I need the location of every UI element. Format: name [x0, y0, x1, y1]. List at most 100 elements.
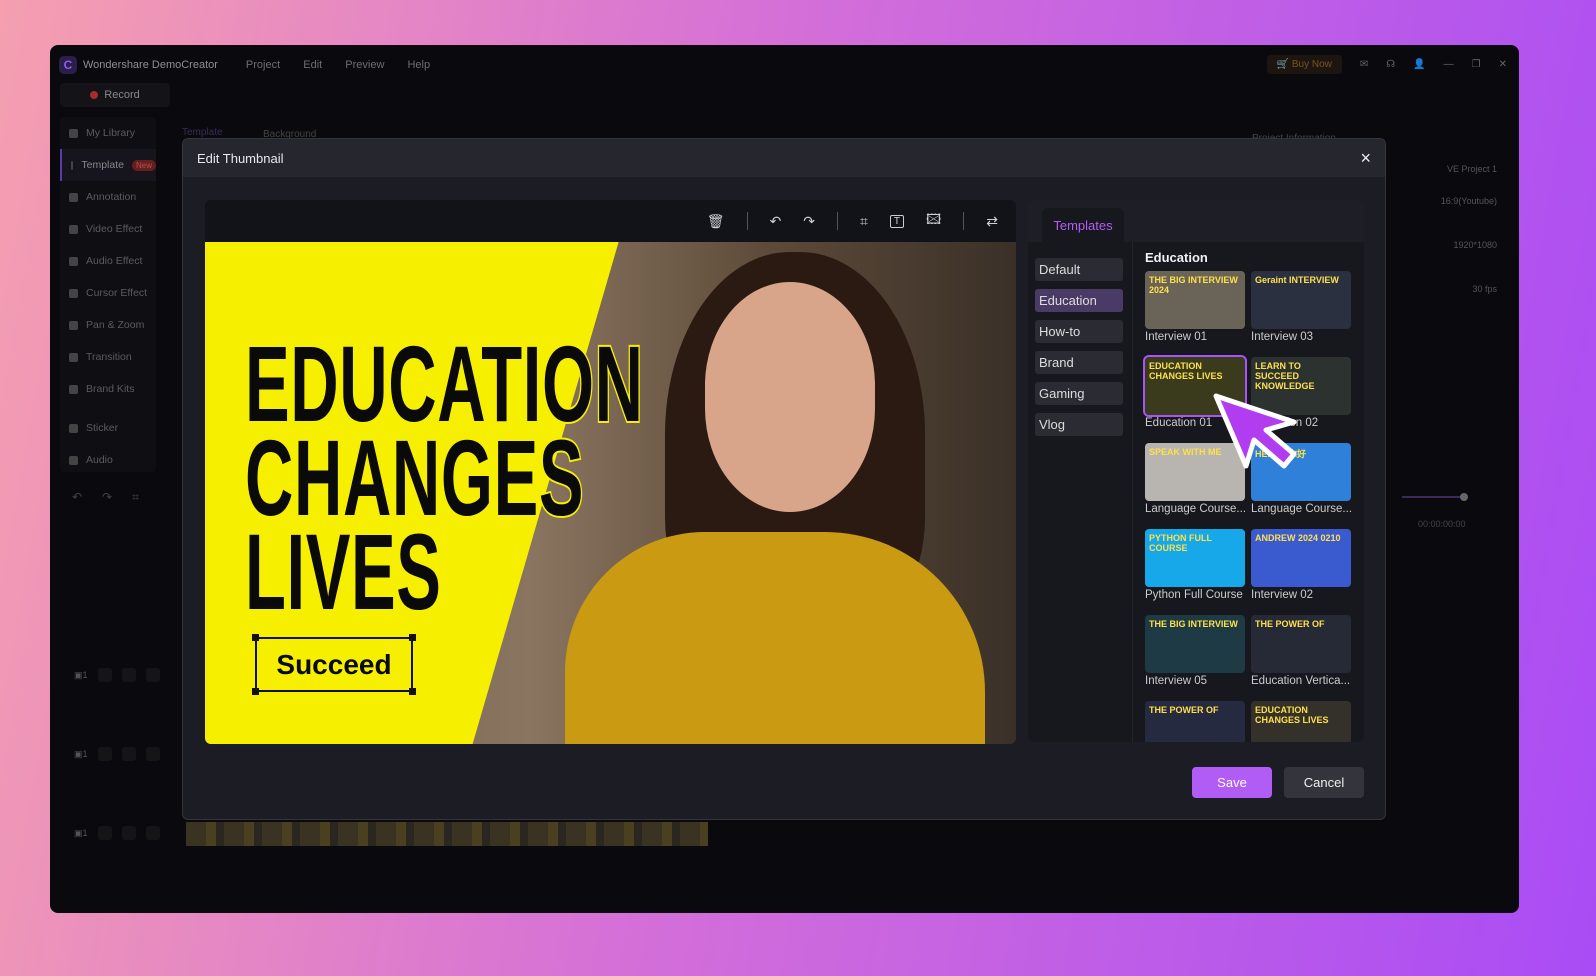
template-label: Python Full Course	[1145, 589, 1243, 601]
tab-template[interactable]: Template	[182, 127, 223, 138]
thumbnail-editor: 🗑 ↶ ↷ ⌗ T 🖾 ⇄ EDUCATION CHANGES LIVES Succeed	[205, 200, 1016, 744]
redo-icon[interactable]: ↷	[102, 490, 112, 505]
label: Video Effect	[86, 223, 143, 235]
template-thumbnail: THE POWER OF	[1251, 615, 1351, 673]
cursor-effect-icon	[69, 288, 78, 298]
template-card[interactable]: PYTHON FULL COURSE Python Full Course	[1145, 529, 1245, 601]
video-track-icon: ▣1	[74, 827, 88, 838]
category-how-to[interactable]: How-to	[1035, 320, 1123, 343]
category-list: Default Education How-to Brand Gaming Vlog	[1035, 258, 1123, 444]
speaker-icon[interactable]	[145, 668, 160, 682]
track-header: ▣1	[74, 826, 160, 840]
template-thumbnail: THE BIG INTERVIEW 2024	[1145, 271, 1245, 329]
track-header: ▣1	[74, 747, 160, 761]
menu-edit[interactable]: Edit	[303, 59, 322, 71]
menu-project[interactable]: Project	[246, 59, 280, 71]
lock-icon[interactable]	[97, 826, 112, 840]
video-clip[interactable]	[186, 822, 708, 846]
tab-templates[interactable]: Templates	[1042, 208, 1124, 242]
label: My Library	[86, 127, 136, 139]
template-thumbnail: Geraint INTERVIEW	[1251, 271, 1351, 329]
category-brand[interactable]: Brand	[1035, 351, 1123, 374]
sidebar-item-cursor-effect[interactable]: Cursor Effect	[60, 277, 156, 309]
category-vlog[interactable]: Vlog	[1035, 413, 1123, 436]
undo-icon[interactable]: ↶	[72, 490, 82, 505]
sidebar-item-brand-kits[interactable]: Brand Kits	[60, 373, 156, 405]
eye-icon[interactable]	[121, 826, 136, 840]
crop-icon[interactable]: ⌗	[132, 490, 139, 505]
audio-icon	[69, 455, 78, 465]
sidebar: My Library Template New Annotation Video …	[60, 117, 156, 472]
restore-button[interactable]: ❐	[1472, 59, 1481, 70]
template-card[interactable]: THE BIG INTERVIEW 2024 Interview 01	[1145, 271, 1245, 343]
sidebar-item-pan-zoom[interactable]: Pan & Zoom	[60, 309, 156, 341]
minimize-button[interactable]: —	[1444, 59, 1454, 70]
slider-handle[interactable]	[1460, 493, 1468, 501]
sidebar-item-audio[interactable]: Audio	[60, 444, 156, 476]
save-button[interactable]: Save	[1192, 767, 1272, 798]
succeed-text-box[interactable]: Succeed	[252, 634, 416, 695]
mail-icon[interactable]: ✉	[1360, 59, 1368, 70]
crop-icon[interactable]: ⌗	[860, 213, 868, 230]
template-card[interactable]: THE POWER OF Education Vertica...	[1251, 615, 1351, 687]
resize-handle[interactable]	[252, 688, 259, 695]
library-icon	[69, 128, 78, 138]
template-label: Interview 02	[1251, 589, 1314, 601]
label: Pan & Zoom	[86, 319, 145, 331]
redo-icon[interactable]: ↷	[803, 213, 815, 230]
template-card[interactable]: Geraint INTERVIEW Interview 03	[1251, 271, 1351, 343]
image-icon[interactable]: 🖾	[926, 209, 941, 233]
sidebar-item-video-effect[interactable]: Video Effect	[60, 213, 156, 245]
divider	[963, 212, 965, 230]
eye-icon[interactable]	[121, 747, 136, 761]
sidebar-item-template[interactable]: Template New	[60, 149, 156, 181]
template-card[interactable]: THE BIG INTERVIEW Interview 05	[1145, 615, 1245, 687]
project-ratio: 16:9(Youtube)	[1440, 196, 1497, 206]
template-label: Interview 01	[1145, 331, 1208, 343]
menu-help[interactable]: Help	[407, 59, 430, 71]
buy-now-button[interactable]: 🛒 Buy Now	[1266, 55, 1342, 74]
menu-preview[interactable]: Preview	[345, 59, 384, 71]
eye-icon[interactable]	[121, 668, 136, 682]
cancel-button[interactable]: Cancel	[1284, 767, 1364, 798]
app-logo-icon: C	[59, 56, 77, 74]
undo-icon[interactable]: ↶	[770, 213, 782, 230]
template-card[interactable]: EDUCATION CHANGES LIVES	[1251, 701, 1351, 742]
account-icon[interactable]: 👤	[1413, 59, 1425, 70]
timeline-zoom-slider[interactable]	[1402, 493, 1468, 501]
category-default[interactable]: Default	[1035, 258, 1123, 281]
support-icon[interactable]: ☊	[1386, 59, 1395, 70]
sidebar-item-annotation[interactable]: Annotation	[60, 181, 156, 213]
speaker-icon[interactable]	[145, 826, 160, 840]
template-thumbnail: THE POWER OF	[1145, 701, 1245, 742]
section-title: Education	[1145, 250, 1208, 265]
template-card[interactable]: THE POWER OF	[1145, 701, 1245, 742]
lock-icon[interactable]	[97, 668, 112, 682]
project-fps: 30 fps	[1472, 284, 1497, 294]
close-icon[interactable]: ×	[1360, 148, 1371, 169]
resize-handle[interactable]	[409, 688, 416, 695]
video-track-icon: ▣1	[74, 669, 88, 680]
label: Audio	[86, 454, 113, 466]
sidebar-item-transition[interactable]: Transition	[60, 341, 156, 373]
succeed-text: Succeed	[276, 648, 392, 680]
headline-text[interactable]: EDUCATION CHANGES LIVES	[244, 328, 645, 628]
resize-handle[interactable]	[409, 634, 416, 641]
timecode: 00:00:00:00	[1418, 519, 1466, 529]
resize-handle[interactable]	[252, 634, 259, 641]
delete-icon[interactable]: 🗑	[707, 213, 725, 230]
thumbnail-canvas[interactable]: EDUCATION CHANGES LIVES Succeed	[205, 242, 1016, 744]
sidebar-item-sticker[interactable]: Sticker	[60, 412, 156, 444]
text-icon[interactable]: T	[889, 214, 905, 228]
record-icon	[90, 91, 99, 99]
template-card[interactable]: ANDREW 2024 0210 Interview 02	[1251, 529, 1351, 601]
record-button[interactable]: Record	[60, 83, 170, 107]
category-education[interactable]: Education	[1035, 289, 1123, 312]
lock-icon[interactable]	[97, 747, 112, 761]
swap-icon[interactable]: ⇄	[986, 213, 998, 230]
close-window-button[interactable]: ✕	[1499, 59, 1507, 70]
speaker-icon[interactable]	[145, 747, 160, 761]
sidebar-item-my-library[interactable]: My Library	[60, 117, 156, 149]
category-gaming[interactable]: Gaming	[1035, 382, 1123, 405]
sidebar-item-audio-effect[interactable]: Audio Effect	[60, 245, 156, 277]
